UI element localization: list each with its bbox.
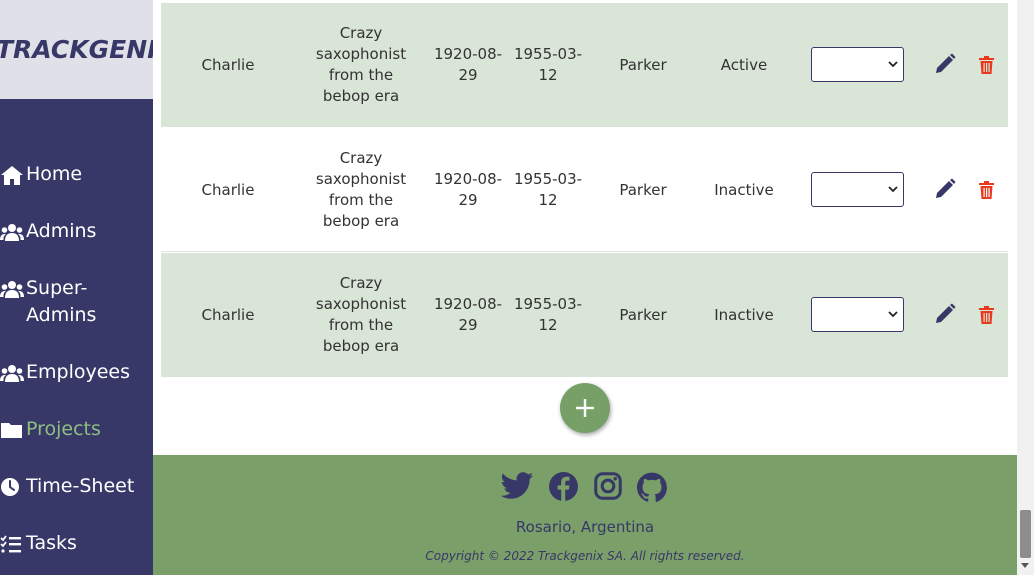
logo[interactable]: TRACKGENIX [0,35,153,64]
sidebar-item-label: Time-Sheet [26,475,135,497]
home-icon [1,166,23,185]
sidebar: TRACKGENIX Home Admins Super-Admins Empl… [0,0,153,575]
sidebar-item-super-admins[interactable]: Super-Admins [0,275,151,329]
description-cell: Crazy saxophonist from the bebop era [315,24,407,105]
start-date-cell: 1920-08-29 [433,295,503,334]
sidebar-item-admins[interactable]: Admins [0,218,151,245]
task-list-icon [0,535,21,553]
folder-icon [1,423,22,438]
table-row: Charlie Crazy saxophonist from the bebop… [161,3,1008,127]
sidebar-item-time-sheet[interactable]: Time-Sheet [0,473,151,500]
add-project-button[interactable] [560,383,610,433]
scrollbar-thumb[interactable] [1020,510,1031,558]
row-select[interactable] [811,47,904,82]
clock-icon [1,478,19,496]
last-name-cell: Parker [619,180,667,199]
chevron-down-icon [888,186,898,193]
status-cell: Inactive [714,305,774,324]
sidebar-item-label: Employees [26,361,130,383]
trash-icon[interactable] [979,181,994,199]
sidebar-item-label: Home [26,163,83,185]
last-name-cell: Parker [619,305,667,324]
chevron-down-icon [888,311,898,318]
end-date-cell: 1955-03-12 [513,170,583,209]
footer-copyright: Copyright © 2022 Trackgenix SA. All righ… [425,549,745,563]
row-select[interactable] [811,172,904,207]
scroll-down-arrow-icon[interactable] [1021,563,1029,568]
end-date-cell: 1955-03-12 [513,295,583,334]
start-date-cell: 1920-08-29 [433,170,503,209]
logo-area: TRACKGENIX [0,0,153,99]
description-cell: Crazy saxophonist from the bebop era [315,274,407,355]
footer-location: Rosario, Argentina [515,518,655,536]
start-date-cell: 1920-08-29 [433,45,503,84]
sidebar-item-tasks[interactable]: Tasks [0,530,151,557]
plus-icon [576,399,594,417]
last-name-cell: Parker [619,55,667,74]
sidebar-item-label: Admins [26,220,97,242]
page-scrollbar[interactable] [1017,0,1034,575]
chevron-down-icon [888,61,898,68]
facebook-icon[interactable] [549,472,578,501]
sidebar-item-label: Projects [26,418,101,440]
name-cell: Charlie [201,180,255,199]
footer: Rosario, Argentina Copyright © 2022 Trac… [153,455,1017,575]
name-cell: Charlie [201,55,255,74]
sidebar-item-label: Super-Admins [26,277,97,326]
status-cell: Inactive [714,180,774,199]
trash-icon[interactable] [979,56,994,74]
sidebar-item-projects[interactable]: Projects [0,416,151,443]
users-icon [0,224,24,241]
instagram-icon[interactable] [594,472,622,500]
edit-pencil-icon[interactable] [934,303,956,325]
description-cell: Crazy saxophonist from the bebop era [315,149,407,230]
table-row: Charlie Crazy saxophonist from the bebop… [161,128,1008,252]
edit-pencil-icon[interactable] [934,53,956,75]
end-date-cell: 1955-03-12 [513,45,583,84]
github-icon[interactable] [637,472,667,502]
sidebar-item-employees[interactable]: Employees [0,359,151,386]
sidebar-item-home[interactable]: Home [0,161,151,188]
users-icon [0,365,24,382]
status-cell: Active [720,55,768,74]
row-select[interactable] [811,297,904,332]
sidebar-item-label: Tasks [26,532,77,554]
name-cell: Charlie [201,305,255,324]
users-icon [0,281,24,298]
table-row: Charlie Crazy saxophonist from the bebop… [161,253,1008,377]
edit-pencil-icon[interactable] [934,178,956,200]
twitter-icon[interactable] [501,472,534,500]
trash-icon[interactable] [979,306,994,324]
